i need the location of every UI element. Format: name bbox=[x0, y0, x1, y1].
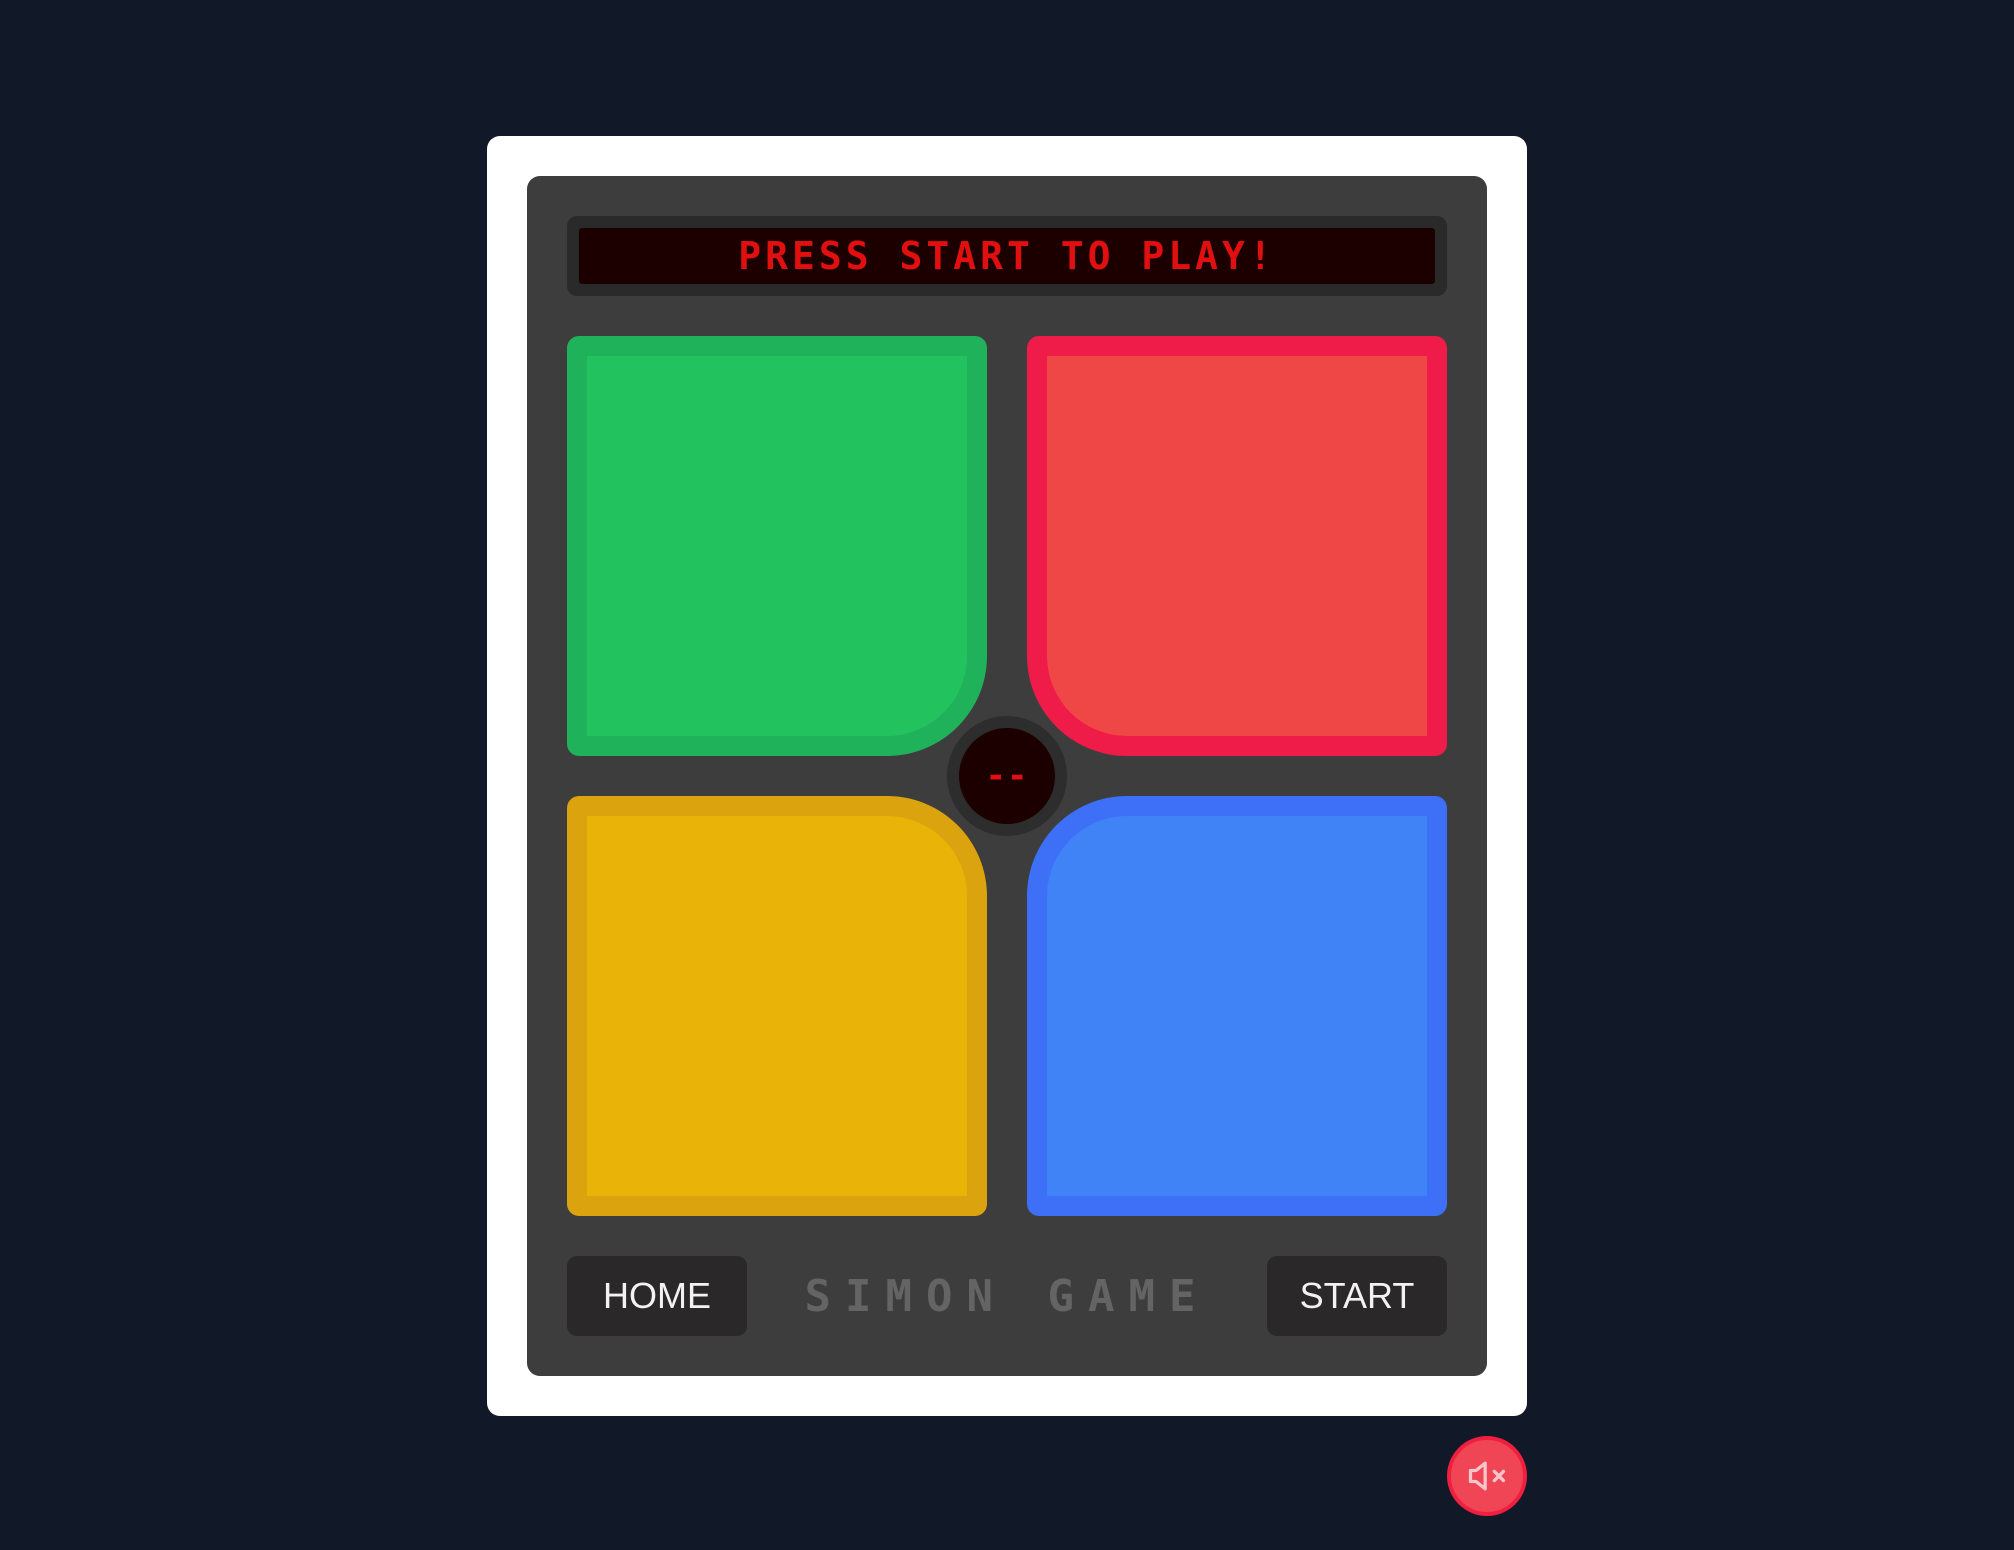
center-hub: -- bbox=[947, 716, 1067, 836]
message-display-panel: PRESS START TO PLAY! bbox=[567, 216, 1447, 296]
red-pad[interactable] bbox=[1027, 336, 1447, 756]
message-display: PRESS START TO PLAY! bbox=[579, 228, 1435, 284]
round-counter: -- bbox=[959, 728, 1055, 824]
yellow-pad[interactable] bbox=[567, 796, 987, 1216]
blue-pad[interactable] bbox=[1027, 796, 1447, 1216]
volume-muted-icon bbox=[1465, 1454, 1509, 1498]
green-pad[interactable] bbox=[567, 336, 987, 756]
home-button[interactable]: HOME bbox=[567, 1256, 747, 1336]
mute-toggle-button[interactable] bbox=[1447, 1436, 1527, 1516]
start-button[interactable]: START bbox=[1267, 1256, 1447, 1336]
game-title: SIMON GAME bbox=[804, 1270, 1210, 1322]
